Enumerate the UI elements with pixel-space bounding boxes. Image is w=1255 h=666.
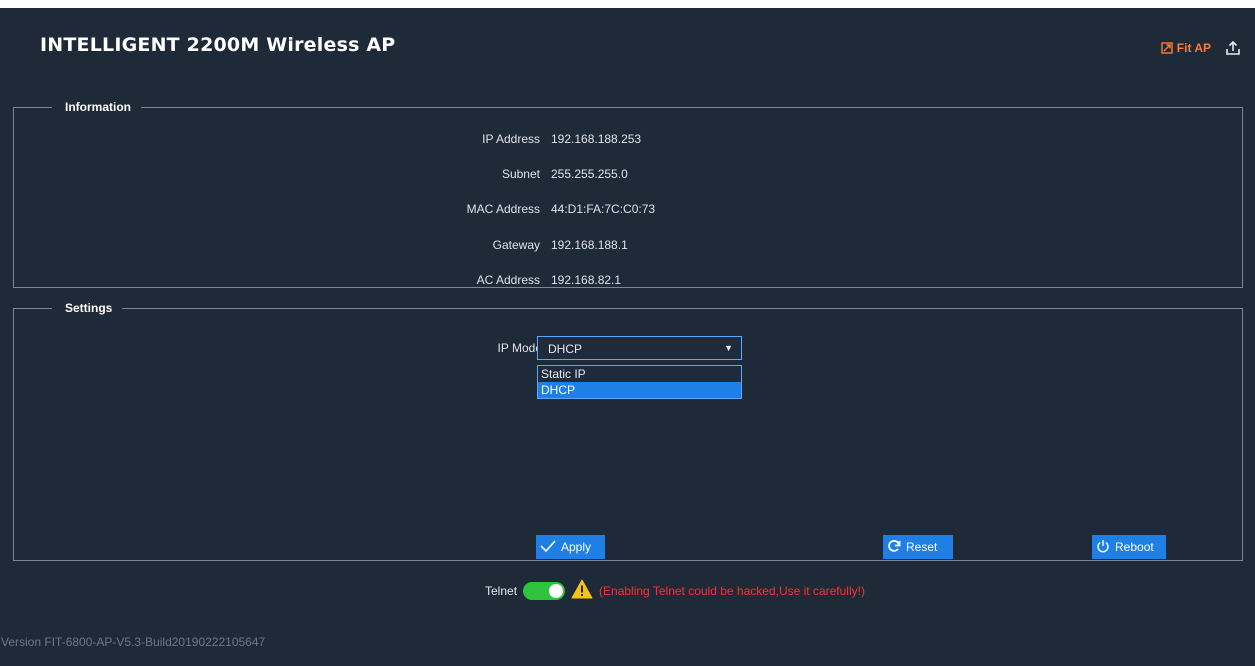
apply-button[interactable]: Apply	[536, 535, 605, 559]
fit-ap-label: Fit AP	[1176, 41, 1211, 55]
check-icon	[540, 539, 556, 556]
export-button[interactable]	[1225, 40, 1241, 56]
ip-mode-options: Static IP DHCP	[537, 365, 742, 399]
power-icon	[1096, 539, 1110, 556]
info-label: MAC Address	[466, 202, 540, 216]
reset-button[interactable]: Reset	[883, 535, 953, 559]
dropdown-caret-icon: ▼	[724, 343, 733, 353]
page-title: INTELLIGENT 2200M Wireless AP	[40, 34, 396, 56]
fit-ap-button[interactable]: Fit AP	[1161, 41, 1211, 55]
info-value: 255.255.255.0	[551, 167, 628, 181]
reset-label: Reset	[906, 540, 938, 554]
ip-mode-option-static-ip[interactable]: Static IP	[538, 366, 741, 382]
information-panel: Information IP Address 192.168.188.253 S…	[13, 100, 1243, 288]
info-row-gateway: Gateway 192.168.188.1	[14, 238, 1242, 254]
ip-mode-label: IP Mode	[497, 341, 542, 355]
info-row-ip-address: IP Address 192.168.188.253	[14, 132, 1242, 148]
apply-label: Apply	[561, 540, 592, 554]
info-value: 44:D1:FA:7C:C0:73	[551, 202, 656, 216]
info-value: 192.168.188.1	[551, 238, 628, 252]
top-actions: Fit AP	[1161, 40, 1241, 56]
app-window: INTELLIGENT 2200M Wireless AP Fit AP Inf…	[0, 8, 1255, 666]
telnet-label: Telnet	[485, 583, 518, 598]
telnet-row: Telnet (Enabling Telnet could be hacked,…	[485, 579, 865, 602]
ip-mode-selected-value: DHCP	[548, 342, 583, 356]
fit-ap-icon	[1161, 42, 1173, 54]
info-row-mac-address: MAC Address 44:D1:FA:7C:C0:73	[14, 202, 1242, 218]
telnet-toggle[interactable]	[523, 581, 566, 600]
info-row-ac-address: AC Address 192.168.82.1	[14, 273, 1242, 289]
export-icon	[1225, 40, 1241, 56]
ip-mode-option-dhcp[interactable]: DHCP	[538, 382, 741, 398]
info-label: IP Address	[482, 132, 540, 146]
toggle-knob	[549, 583, 564, 598]
telnet-warning: (Enabling Telnet could be hacked,Use it …	[599, 583, 865, 598]
reboot-button[interactable]: Reboot	[1092, 535, 1166, 559]
info-value: 192.168.82.1	[551, 273, 622, 287]
version-text: Version FIT-6800-AP-V5.3-Build2019022210…	[1, 635, 266, 649]
info-label: AC Address	[476, 273, 540, 287]
info-label: Gateway	[492, 238, 540, 252]
warning-icon	[571, 579, 593, 602]
settings-legend: Settings	[65, 301, 113, 315]
ip-mode-select[interactable]: DHCP ▼	[537, 336, 742, 360]
info-label: Subnet	[501, 167, 540, 181]
reboot-label: Reboot	[1115, 540, 1154, 554]
info-row-subnet: Subnet 255.255.255.0	[14, 167, 1242, 183]
info-value: 192.168.188.253	[551, 132, 642, 146]
refresh-icon	[887, 539, 901, 556]
information-legend: Information	[65, 100, 131, 114]
settings-panel: Settings IP Mode DHCP ▼ Static IP DHCP A…	[13, 301, 1243, 561]
